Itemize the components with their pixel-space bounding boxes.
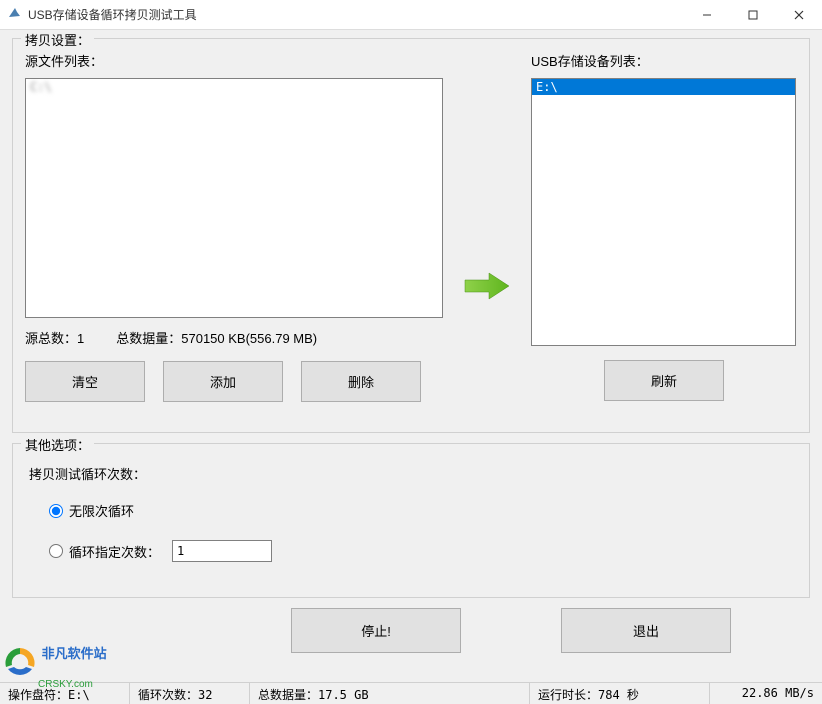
maximize-button[interactable] <box>730 0 776 29</box>
list-item[interactable]: E:\ <box>532 79 795 95</box>
list-item[interactable]: C:\ <box>26 79 442 95</box>
loop-count-label: 拷贝测试循环次数： <box>29 464 793 483</box>
action-row: 停止! 退出 <box>12 608 810 653</box>
minimize-button[interactable] <box>684 0 730 29</box>
source-file-listbox[interactable]: C:\ <box>25 78 443 318</box>
app-body: 拷贝设置： 源文件列表： C:\ 源总数：1 总数据量：570150 KB(55… <box>0 30 822 704</box>
radio-specified-label: 循环指定次数： <box>69 542 160 561</box>
clear-button[interactable]: 清空 <box>25 361 145 402</box>
radio-specified-input[interactable] <box>49 544 63 558</box>
source-count: 源总数：1 <box>25 328 84 347</box>
copy-settings-title: 拷贝设置： <box>21 30 94 49</box>
refresh-button[interactable]: 刷新 <box>604 360 724 401</box>
stop-button[interactable]: 停止! <box>291 608 461 653</box>
window-controls <box>684 0 822 29</box>
radio-specified[interactable]: 循环指定次数： <box>49 540 793 562</box>
statusbar: 操作盘符：E:\ 循环次数：32 总数据量：17.5 GB 运行时长：784 秒… <box>0 682 822 704</box>
other-options-title: 其他选项： <box>21 435 94 454</box>
window-title: USB存储设备循环拷贝测试工具 <box>28 6 197 23</box>
usb-list-label: USB存储设备列表： <box>531 51 797 70</box>
exit-button[interactable]: 退出 <box>561 608 731 653</box>
add-button[interactable]: 添加 <box>163 361 283 402</box>
app-icon <box>8 6 22 23</box>
usb-column: USB存储设备列表： E:\ 刷新 <box>531 51 797 420</box>
status-runtime: 运行时长：784 秒 <box>530 683 710 704</box>
titlebar-left: USB存储设备循环拷贝测试工具 <box>0 6 197 23</box>
source-column: 源文件列表： C:\ 源总数：1 总数据量：570150 KB(556.79 M… <box>25 51 443 420</box>
status-speed: 22.86 MB/s <box>734 683 822 704</box>
status-disk: 操作盘符：E:\ <box>0 683 130 704</box>
radio-unlimited-label: 无限次循环 <box>69 501 134 520</box>
source-size: 总数据量：570150 KB(556.79 MB) <box>116 328 317 347</box>
loop-count-input[interactable] <box>172 540 272 562</box>
other-options-group: 其他选项： 拷贝测试循环次数： 无限次循环 循环指定次数： <box>12 443 810 598</box>
titlebar: USB存储设备循环拷贝测试工具 <box>0 0 822 30</box>
source-list-label: 源文件列表： <box>25 51 443 70</box>
source-stats: 源总数：1 总数据量：570150 KB(556.79 MB) <box>25 328 443 347</box>
arrow-icon <box>463 51 511 420</box>
radio-unlimited[interactable]: 无限次循环 <box>49 501 793 520</box>
delete-button[interactable]: 删除 <box>301 361 421 402</box>
radio-unlimited-input[interactable] <box>49 504 63 518</box>
status-loop-count: 循环次数：32 <box>130 683 250 704</box>
close-button[interactable] <box>776 0 822 29</box>
status-total-data: 总数据量：17.5 GB <box>250 683 530 704</box>
usb-device-listbox[interactable]: E:\ <box>531 78 796 346</box>
copy-settings-group: 拷贝设置： 源文件列表： C:\ 源总数：1 总数据量：570150 KB(55… <box>12 38 810 433</box>
